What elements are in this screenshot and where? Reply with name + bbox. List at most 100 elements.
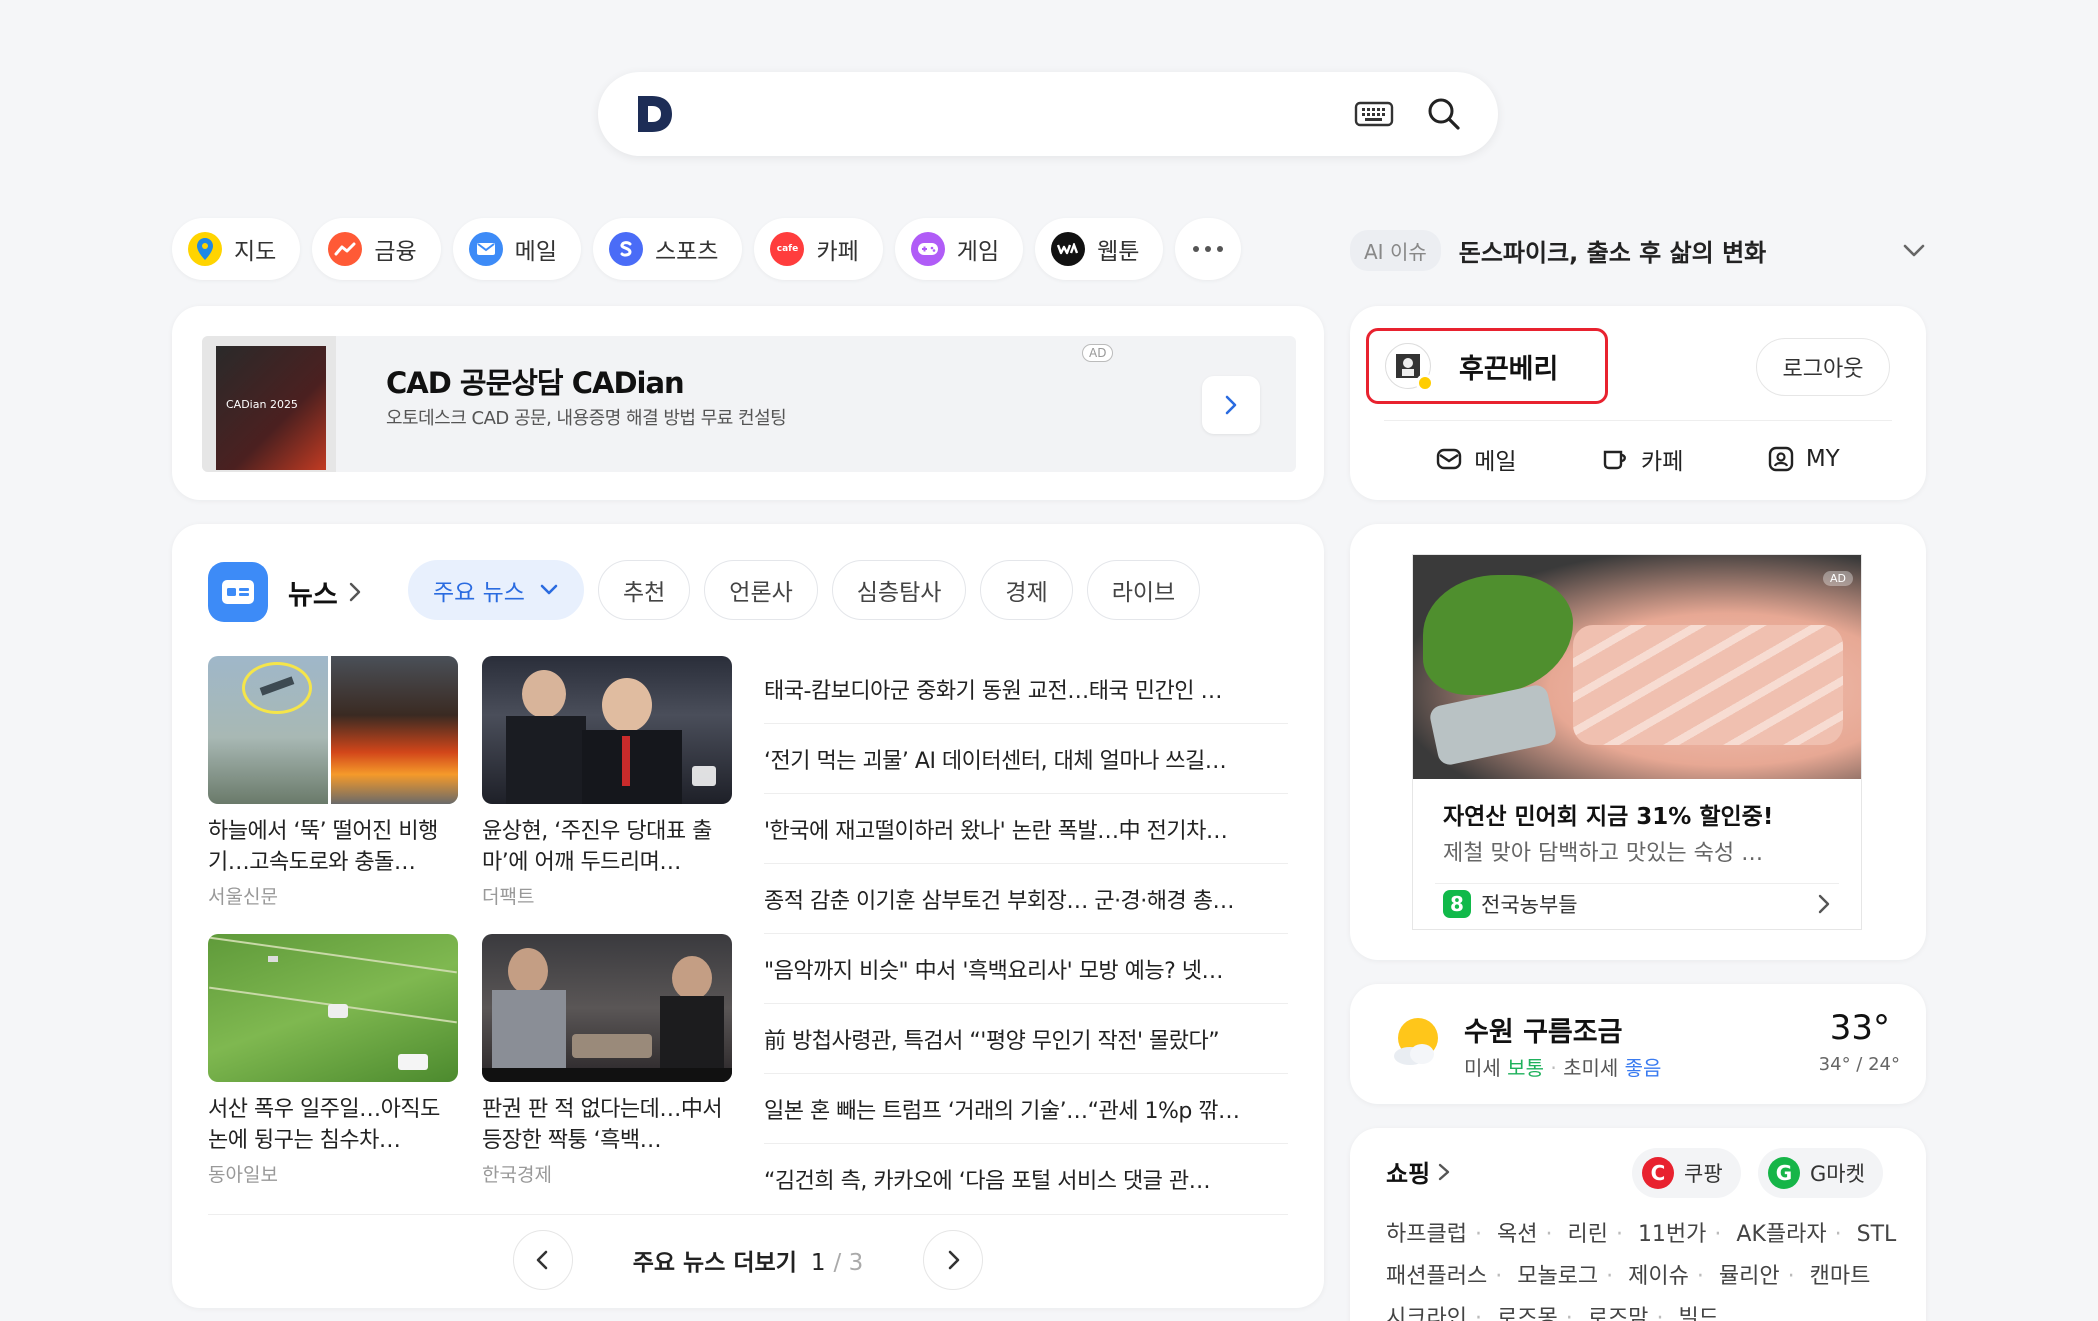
more-news-link[interactable]: 주요 뉴스 더보기 1 / 3 [633,1243,864,1277]
shop-link[interactable]: 모놀로그 [1517,1264,1598,1289]
shop-link[interactable]: AK플라자 [1736,1222,1826,1247]
shop-link[interactable]: 리린 [1567,1222,1607,1247]
pm25-value: 좋음 [1624,1056,1662,1080]
shop-link[interactable]: 뮬리안 [1719,1264,1780,1289]
promo-ad-card: AD 자연산 민어회 지금 31% 할인중! 제철 맞아 담백하고 맛있는 숙성… [1350,524,1926,960]
news-thumb-title[interactable]: 하늘에서 ‘뚝’ 떨어진 비행기…고속도로와 충돌… [208,816,458,878]
news-thumb-image[interactable] [208,656,458,804]
shortcut-finance[interactable]: 금융 [312,218,441,280]
news-thumb-image[interactable] [482,934,732,1082]
news-thumb-image[interactable] [208,934,458,1082]
ad-go-button[interactable] [1202,376,1260,434]
news-source: 더팩트 [482,886,535,908]
news-icon [208,562,268,622]
weather-title: 수원 구름조금 [1464,1017,1623,1048]
chevron-down-icon[interactable] [1900,236,1928,264]
headline-list: 태국-캄보디아군 중화기 동원 교전…태국 민간인 … ‘전기 먹는 괴물’ A… [764,654,1288,1214]
news-source: 동아일보 [208,1164,278,1186]
finance-icon [328,232,363,266]
shop-link[interactable]: 패션플러스 [1386,1264,1487,1289]
shop-coupang[interactable]: C 쿠팡 [1632,1148,1741,1198]
tab-live[interactable]: 라이브 [1086,560,1201,620]
shop-link[interactable]: 로즈몽 [1497,1306,1558,1321]
news-thumb-item[interactable]: 윤상현, ‘주진우 당대표 출마’에 어깨 두드리며… 더팩트 [482,656,732,909]
headline-item[interactable]: ‘전기 먹는 괴물’ AI 데이터센터, 대체 얼마나 쓰길… [764,724,1288,794]
promo-ad[interactable]: AD 자연산 민어회 지금 31% 할인중! 제철 맞아 담백하고 맛있는 숙성… [1412,554,1862,930]
shop-link[interactable]: STL [1857,1222,1897,1247]
shop-links: 하프클럽 · 옥션 · 리린 · 11번가 · AK플라자 · STL 패션플러스 · 모놀… [1386,1214,1906,1321]
ad-banner[interactable]: CADian 2025 CAD 공문상담 CADian 오토데스크 CAD 공문… [202,336,1296,472]
tab-main-news[interactable]: 주요 뉴스 [408,560,584,620]
daum-logo[interactable] [634,92,674,136]
promo-brand[interactable]: 8 전국농부들 [1443,889,1578,919]
shortcut-sports[interactable]: 스포츠 [592,218,743,280]
news-thumb-item[interactable]: 하늘에서 ‘뚝’ 떨어진 비행기…고속도로와 충돌… 서울신문 [208,656,458,909]
ai-issue-text[interactable]: 돈스파이크, 출소 후 삶의 변화 [1459,233,1767,268]
logout-button[interactable]: 로그아웃 [1756,338,1890,396]
account-link-cafe[interactable]: 카페 [1601,442,1683,476]
tab-label: 주요 뉴스 [433,580,525,606]
news-card: 뉴스 주요 뉴스 추천 언론사 심층탐사 경제 라이브 하늘에서 ‘뚝’ 떨어진… [172,524,1324,1308]
shortcut-label: 지도 [234,239,277,265]
keyboard-icon[interactable] [1354,98,1394,130]
headline-item[interactable]: '한국에 재고떨이하러 왔나' 논란 폭발…中 전기차… [764,794,1288,864]
tab-recommended[interactable]: 추천 [597,560,691,620]
ad-tag: AD [1082,344,1114,362]
chevron-right-icon [948,1250,960,1270]
weather-card[interactable]: 수원 구름조금 미세 보통 · 초미세 좋음 33° 34° / 24° [1350,984,1926,1104]
shortcut-cafe[interactable]: cafe 카페 [754,218,883,280]
news-thumb-title[interactable]: 판권 판 적 없다는데…中서 등장한 짝퉁 ‘흑백… [482,1094,732,1156]
ad-title[interactable]: CAD 공문상담 CADian [386,360,685,402]
news-thumb-title[interactable]: 서산 폭우 일주일…아직도 논에 뒹구는 침수차… [208,1094,458,1156]
shop-link[interactable]: 제이슈 [1628,1264,1689,1289]
news-pager: 주요 뉴스 더보기 1 / 3 [172,1230,1324,1290]
tab-economy[interactable]: 경제 [980,560,1073,620]
headline-item[interactable]: "음악까지 비슷" 中서 '흑백요리사' 모방 예능? 넷… [764,934,1288,1004]
shortcut-mail[interactable]: 메일 [452,218,581,280]
ai-issue-bar[interactable]: AI 이슈 돈스파이크, 출소 후 삶의 변화 [1350,229,1928,271]
news-thumb-title[interactable]: 윤상현, ‘주진우 당대표 출마’에 어깨 두드리며… [482,816,732,878]
headline-item[interactable]: 일본 혼 빼는 트럼프 ‘거래의 기술’…“관세 1%p 깎… [764,1074,1288,1144]
air-quality: 미세 보통 · 초미세 좋음 [1464,1056,1662,1080]
headline-item[interactable]: 前 방첩사령관, 특검서 “'평양 무인기 작전' 몰랐다” [764,1004,1288,1074]
news-thumb-item[interactable]: 판권 판 적 없다는데…中서 등장한 짝퉁 ‘흑백… 한국경제 [482,934,732,1187]
search-icon[interactable] [1424,94,1464,134]
more-shortcuts-button[interactable] [1175,218,1242,280]
news-thumb-item[interactable]: 서산 폭우 일주일…아직도 논에 뒹구는 침수차… 동아일보 [208,934,458,1187]
sports-icon [608,232,643,266]
tab-investigation[interactable]: 심층탐사 [831,560,967,620]
shop-gmarket[interactable]: G G마켓 [1758,1148,1883,1198]
shop-link[interactable]: 로즈맘 [1588,1306,1649,1321]
headline-item[interactable]: 태국-캄보디아군 중화기 동원 교전…태국 민간인 … [764,654,1288,724]
news-title[interactable]: 뉴스 [288,573,338,612]
prev-page-button[interactable] [512,1230,573,1290]
shop-link[interactable]: 11번가 [1638,1222,1706,1247]
shortcut-label: 메일 [514,239,557,265]
page-separator: / [833,1250,849,1276]
shortcut-game[interactable]: 게임 [894,218,1024,280]
chevron-right-icon[interactable] [1813,893,1835,915]
shop-link[interactable]: 옥션 [1497,1222,1537,1247]
shop-link[interactable]: 캔마트 [1810,1264,1871,1289]
search-bar[interactable] [598,72,1498,156]
shortcut-map[interactable]: 지도 [172,218,301,280]
account-link-mail[interactable]: 메일 [1436,442,1517,476]
headline-item[interactable]: “김건희 측, 카카오에 ‘다음 포털 서비스 댓글 관… [764,1144,1288,1214]
shop-link[interactable]: 하프클럽 [1386,1222,1467,1247]
promo-title[interactable]: 자연산 민어회 지금 31% 할인중! [1443,797,1861,831]
news-thumb-image[interactable] [482,656,732,804]
shopping-title[interactable]: 쇼핑 [1386,1154,1452,1189]
news-header[interactable]: 뉴스 [208,562,364,622]
shop-link[interactable]: 빌드 [1678,1306,1718,1321]
account-link-label: MY [1805,446,1840,472]
profile-button[interactable]: 후끈베리 [1366,328,1608,404]
shop-link[interactable]: 시크라인 [1386,1306,1467,1321]
promo-image[interactable]: AD [1413,555,1861,779]
service-shortcuts: 지도 금융 메일 스포츠 cafe 카페 게임 웹툰 [172,218,1242,280]
account-link-my[interactable]: MY [1768,442,1840,476]
shortcut-webtoon[interactable]: 웹툰 [1035,218,1164,280]
next-page-button[interactable] [923,1230,984,1290]
divider [208,1214,1288,1215]
headline-item[interactable]: 종적 감춘 이기훈 삼부토건 부회장… 군·경·해경 총… [764,864,1288,934]
tab-press[interactable]: 언론사 [704,560,818,620]
